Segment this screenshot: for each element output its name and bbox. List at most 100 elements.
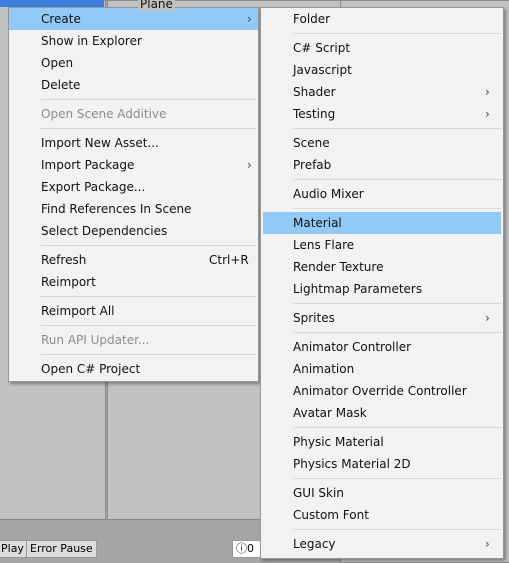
menu-item-reimport[interactable]: Reimport — [9, 271, 258, 293]
menu-item-label: Testing — [293, 107, 336, 121]
chevron-right-icon: › — [485, 85, 490, 99]
menu-item-lightmap-parameters[interactable]: Lightmap Parameters — [261, 278, 503, 300]
menu-item-label: Delete — [41, 78, 81, 92]
menu-item-label: Select Dependencies — [41, 224, 168, 238]
menu-item-label: Show in Explorer — [41, 34, 142, 48]
menu-separator — [9, 242, 258, 249]
menu-item-open[interactable]: Open — [9, 52, 258, 74]
menu-item-open-scene-additive: Open Scene Additive — [9, 103, 258, 125]
menu-item-reimport-all[interactable]: Reimport All — [9, 300, 258, 322]
menu-item-physics-material-2d[interactable]: Physics Material 2D — [261, 453, 503, 475]
status-play[interactable]: Play — [0, 540, 28, 558]
menu-item-label: Sprites — [293, 311, 335, 325]
menu-separator — [261, 176, 503, 183]
menu-separator — [261, 125, 503, 132]
menu-item-export-package[interactable]: Export Package... — [9, 176, 258, 198]
menu-item-label: Import Package — [41, 158, 135, 172]
menu-separator — [261, 329, 503, 336]
menu-item-label: Lightmap Parameters — [293, 282, 423, 296]
menu-item-label: Refresh — [41, 253, 87, 267]
menu-item-gui-skin[interactable]: GUI Skin — [261, 482, 503, 504]
menu-item-label: Import New Asset... — [41, 136, 159, 150]
menu-item-label: Javascript — [293, 63, 352, 77]
menu-item-show-in-explorer[interactable]: Show in Explorer — [9, 30, 258, 52]
menu-item-find-references-in-scene[interactable]: Find References In Scene — [9, 198, 258, 220]
menu-item-label: Audio Mixer — [293, 187, 364, 201]
menu-item-label: Create — [41, 12, 81, 26]
menu-item-animator-override-controller[interactable]: Animator Override Controller — [261, 380, 503, 402]
status-error-pause[interactable]: Error Pause — [26, 540, 97, 558]
chevron-right-icon: › — [247, 158, 252, 172]
menu-item-javascript[interactable]: Javascript — [261, 59, 503, 81]
menu-item-c-script[interactable]: C# Script — [261, 37, 503, 59]
menu-item-label: Legacy — [293, 537, 336, 551]
menu-item-shader[interactable]: Shader › — [261, 81, 503, 103]
menu-separator — [9, 125, 258, 132]
create-submenu: Folder C# Script Javascript Shader › Testing ›… — [260, 7, 504, 559]
context-menu: Create › Show in Explorer Open Delete Open Sc… — [8, 7, 259, 382]
menu-item-folder[interactable]: Folder — [261, 8, 503, 30]
menu-item-label: Physics Material 2D — [293, 457, 411, 471]
menu-item-audio-mixer[interactable]: Audio Mixer — [261, 183, 503, 205]
menu-item-label: Render Texture — [293, 260, 384, 274]
menu-separator — [9, 322, 258, 329]
menu-separator — [261, 30, 503, 37]
menu-item-label: Reimport — [41, 275, 96, 289]
menu-item-label: Open — [41, 56, 74, 70]
menu-item-import-package[interactable]: Import Package › — [9, 154, 258, 176]
warning-icon: ⓘ — [236, 542, 247, 555]
menu-item-legacy[interactable]: Legacy › — [261, 533, 503, 555]
menu-item-animation[interactable]: Animation — [261, 358, 503, 380]
plane-label: Plane — [138, 0, 175, 11]
menu-item-custom-font[interactable]: Custom Font — [261, 504, 503, 526]
menu-separator — [9, 351, 258, 358]
menu-item-sprites[interactable]: Sprites › — [261, 307, 503, 329]
menu-item-label: Material — [293, 216, 342, 230]
menu-item-label: Shader — [293, 85, 336, 99]
menu-separator — [261, 300, 503, 307]
menu-item-label: Custom Font — [293, 508, 369, 522]
menu-item-select-dependencies[interactable]: Select Dependencies — [9, 220, 258, 242]
menu-item-testing[interactable]: Testing › — [261, 103, 503, 125]
menu-item-import-new-asset[interactable]: Import New Asset... — [9, 132, 258, 154]
menu-item-label: Folder — [293, 12, 331, 26]
menu-item-run-api-updater: Run API Updater... — [9, 329, 258, 351]
menu-item-create[interactable]: Create › — [9, 8, 258, 30]
menu-separator — [9, 293, 258, 300]
shortcut-label: Ctrl+R — [209, 253, 249, 267]
menu-item-label: C# Script — [293, 41, 351, 55]
menu-item-label: Animator Override Controller — [293, 384, 467, 398]
menu-item-label: Physic Material — [293, 435, 384, 449]
menu-separator — [261, 526, 503, 533]
menu-item-delete[interactable]: Delete — [9, 74, 258, 96]
menu-item-lens-flare[interactable]: Lens Flare — [261, 234, 503, 256]
menu-item-render-texture[interactable]: Render Texture — [261, 256, 503, 278]
menu-separator — [261, 475, 503, 482]
menu-item-open-c-project[interactable]: Open C# Project — [9, 358, 258, 380]
menu-item-physic-material[interactable]: Physic Material — [261, 431, 503, 453]
chevron-right-icon: › — [247, 12, 252, 26]
menu-item-label: Open C# Project — [41, 362, 141, 376]
menu-item-label: Reimport All — [41, 304, 115, 318]
menu-item-label: Open Scene Additive — [41, 107, 167, 121]
menu-separator — [9, 96, 258, 103]
menu-item-label: GUI Skin — [293, 486, 344, 500]
menu-item-label: Prefab — [293, 158, 332, 172]
chevron-right-icon: › — [485, 311, 490, 325]
selected-folder-row — [0, 0, 104, 7]
menu-item-label: Run API Updater... — [41, 333, 150, 347]
menu-item-label: Animator Controller — [293, 340, 412, 354]
menu-item-refresh[interactable]: Refresh Ctrl+R — [9, 249, 258, 271]
chevron-right-icon: › — [485, 107, 490, 121]
menu-item-avatar-mask[interactable]: Avatar Mask — [261, 402, 503, 424]
menu-item-label: Scene — [293, 136, 330, 150]
menu-item-scene[interactable]: Scene — [261, 132, 503, 154]
menu-item-label: Animation — [293, 362, 355, 376]
warning-count: 0 — [247, 542, 254, 555]
menu-item-prefab[interactable]: Prefab — [261, 154, 503, 176]
menu-item-material[interactable]: Material — [263, 212, 501, 234]
menu-item-label: Avatar Mask — [293, 406, 367, 420]
menu-separator — [261, 424, 503, 431]
chevron-right-icon: › — [485, 537, 490, 551]
menu-item-animator-controller[interactable]: Animator Controller — [261, 336, 503, 358]
